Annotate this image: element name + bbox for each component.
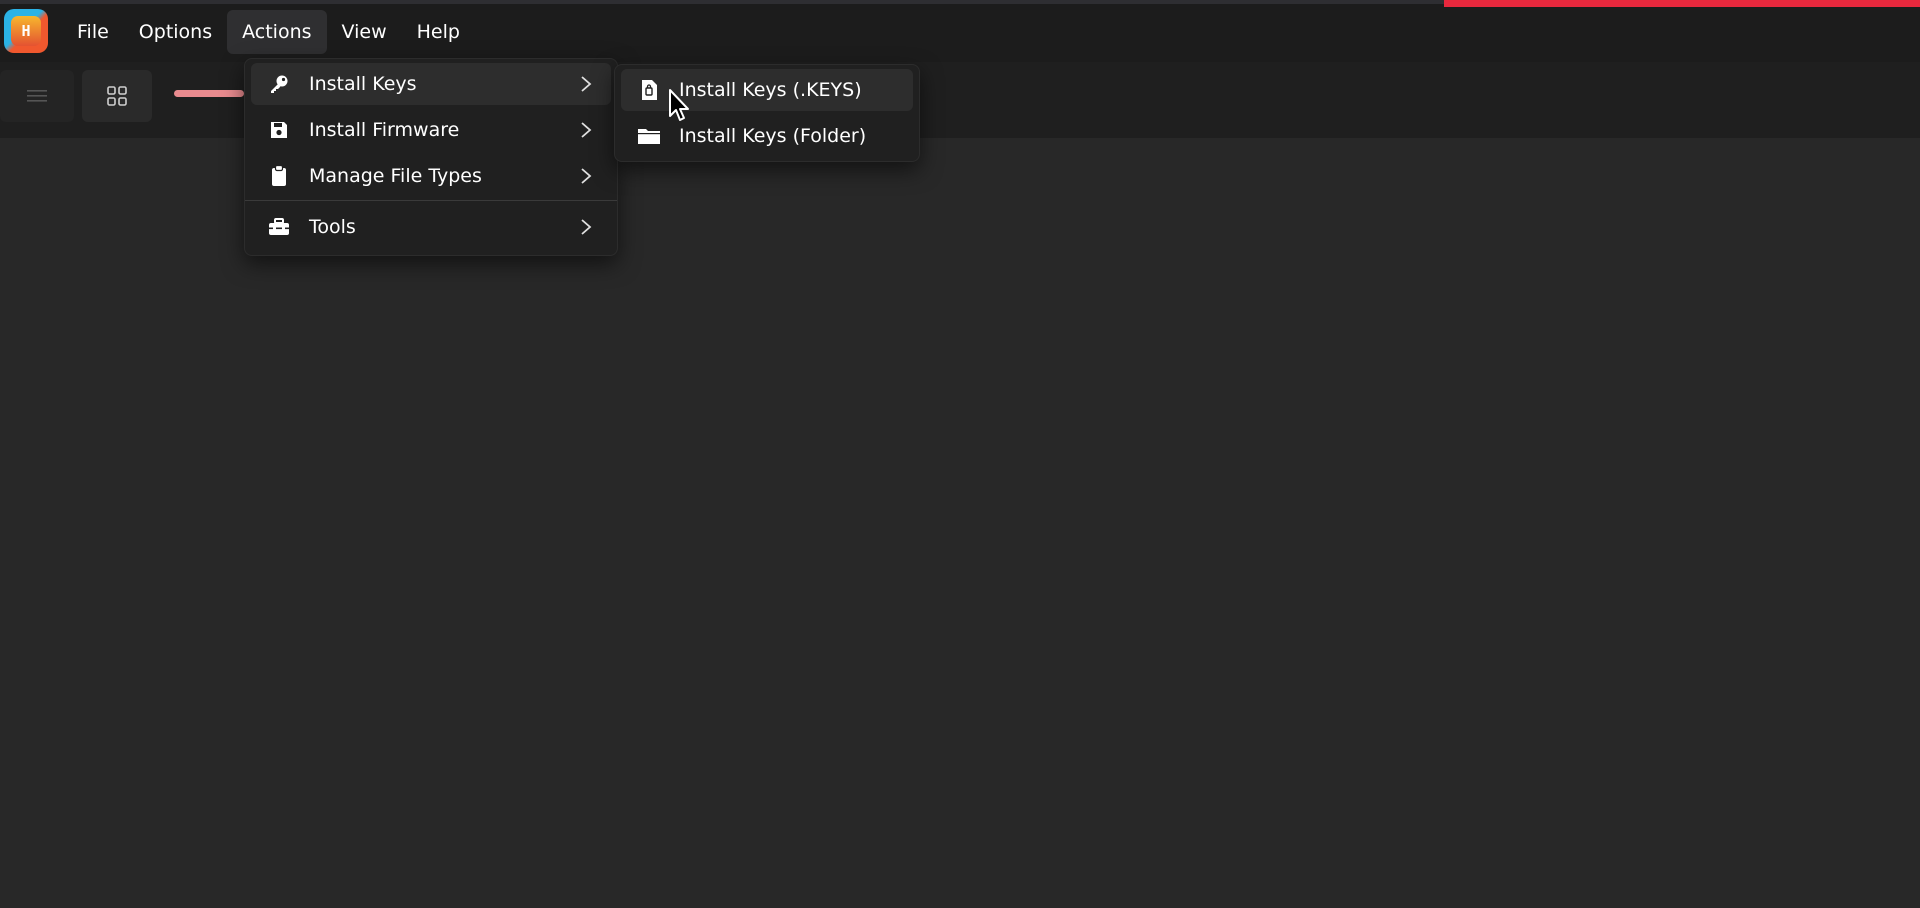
menu-bar: File Options Actions View Help	[62, 10, 475, 54]
menu-item-install-keys-file[interactable]: Install Keys (.KEYS)	[621, 69, 913, 111]
key-icon	[267, 72, 291, 96]
accent-progress-bar	[1444, 0, 1920, 7]
mouse-cursor-icon	[669, 89, 689, 121]
app-logo-mark: H	[11, 16, 41, 46]
menu-item-install-keys-folder[interactable]: Install Keys (Folder)	[621, 115, 913, 157]
save-icon	[267, 118, 291, 142]
menu-item-install-firmware[interactable]: Install Firmware	[251, 109, 611, 151]
title-bar: H File Options Actions View Help	[0, 0, 1920, 62]
folder-icon	[637, 124, 661, 148]
chevron-right-icon	[577, 73, 595, 95]
menu-view[interactable]: View	[327, 10, 402, 54]
chevron-right-icon	[577, 119, 595, 141]
install-keys-submenu: Install Keys (.KEYS) Install Keys (Folde…	[614, 64, 920, 162]
chevron-right-icon	[577, 165, 595, 187]
toolbox-icon	[267, 215, 291, 239]
actions-menu: Install Keys Install Firmware Manage Fil…	[244, 58, 618, 256]
list-icon	[27, 90, 47, 102]
grid-view-button[interactable]	[82, 70, 152, 122]
grid-icon	[107, 86, 127, 106]
menu-help[interactable]: Help	[402, 10, 475, 54]
menu-options[interactable]: Options	[124, 10, 227, 54]
size-slider[interactable]	[174, 90, 244, 97]
file-icon	[637, 78, 661, 102]
menu-file[interactable]: File	[62, 10, 124, 54]
menu-item-manage-file-types[interactable]: Manage File Types	[251, 155, 611, 197]
app-logo: H	[4, 9, 48, 53]
menu-item-install-keys[interactable]: Install Keys	[251, 63, 611, 105]
menu-actions[interactable]: Actions	[227, 10, 327, 54]
menu-item-tools[interactable]: Tools	[251, 206, 611, 248]
clipboard-icon	[267, 164, 291, 188]
list-view-button[interactable]	[0, 70, 74, 122]
menu-separator	[245, 200, 617, 201]
top-border	[0, 0, 1444, 4]
chevron-right-icon	[577, 216, 595, 238]
